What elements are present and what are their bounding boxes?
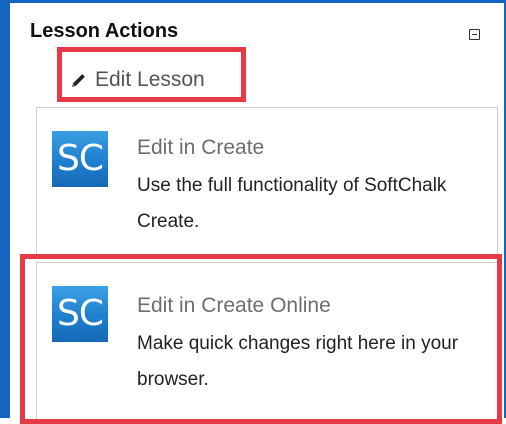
edit-in-create-option[interactable]: SC Edit in Create Use the full functiona… — [36, 107, 498, 255]
option-title[interactable]: Edit in Create — [137, 136, 264, 160]
edit-lesson-label: Edit Lesson — [95, 68, 205, 91]
pencil-icon — [72, 73, 85, 87]
edit-lesson-link[interactable]: Edit Lesson — [70, 68, 205, 92]
option-title[interactable]: Edit in Create Online — [137, 294, 331, 318]
option-description: Make quick changes right here in your br… — [137, 333, 459, 390]
option-description: Use the full functionality of SoftChalk … — [137, 175, 447, 232]
collapse-icon[interactable] — [469, 29, 480, 40]
softchalk-logo-icon: SC — [52, 131, 108, 187]
edit-in-create-online-option[interactable]: SC Edit in Create Online Make quick chan… — [36, 262, 498, 422]
panel-title: Lesson Actions — [30, 20, 179, 42]
softchalk-logo-icon: SC — [52, 286, 108, 342]
